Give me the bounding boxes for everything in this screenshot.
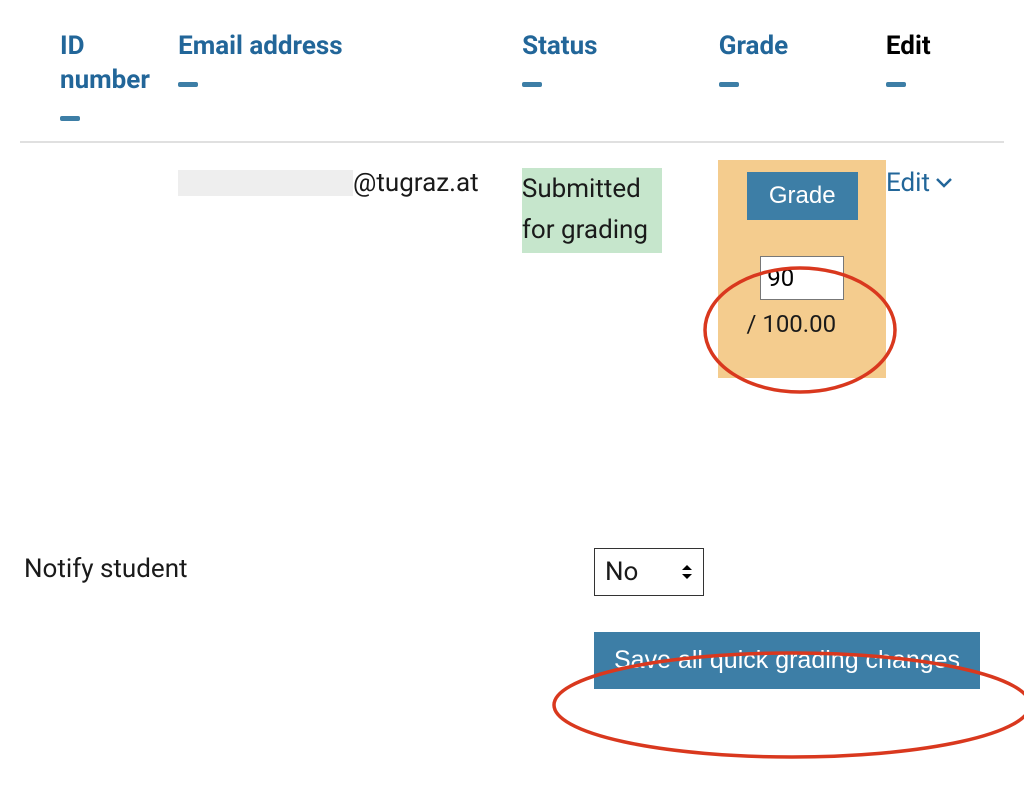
cell-status: Submitted for grading bbox=[522, 168, 719, 253]
collapse-icon-grade[interactable] bbox=[719, 82, 739, 87]
notify-selected-value: No bbox=[605, 557, 638, 587]
grade-button[interactable]: Grade bbox=[747, 172, 858, 220]
chevron-down-icon bbox=[936, 178, 952, 188]
collapse-icon-email[interactable] bbox=[178, 82, 198, 87]
notify-student-label: Notify student bbox=[20, 548, 594, 584]
grade-max-label: / 100.00 bbox=[734, 310, 836, 338]
notify-section: Notify student No Save all quick grading… bbox=[20, 548, 1004, 689]
edit-link-text: Edit bbox=[886, 168, 930, 198]
cell-email: @tugraz.at bbox=[178, 168, 522, 198]
grade-input[interactable] bbox=[760, 256, 844, 300]
column-header-email[interactable]: Email address bbox=[178, 31, 343, 61]
collapse-icon-edit[interactable] bbox=[886, 82, 906, 87]
notify-student-select[interactable]: No bbox=[594, 548, 704, 596]
column-header-id[interactable]: ID number bbox=[60, 31, 150, 95]
table-header-row: ID number Email address Status Grade Edi… bbox=[20, 20, 1004, 143]
status-badge: Submitted for grading bbox=[522, 168, 662, 253]
column-header-status[interactable]: Status bbox=[522, 31, 597, 61]
table-row: @tugraz.at Submitted for grading Grade /… bbox=[20, 143, 1004, 428]
column-header-grade[interactable]: Grade bbox=[719, 31, 788, 61]
save-quick-grading-button[interactable]: Save all quick grading changes bbox=[594, 632, 980, 689]
collapse-icon-id[interactable] bbox=[60, 116, 80, 121]
cell-grade: Grade / 100.00 bbox=[718, 160, 886, 378]
collapse-icon-status[interactable] bbox=[522, 82, 542, 87]
column-header-edit: Edit bbox=[886, 31, 931, 61]
email-domain: @tugraz.at bbox=[353, 168, 479, 198]
cell-edit: Edit bbox=[886, 168, 1004, 198]
redacted-email-user bbox=[178, 170, 353, 196]
edit-link[interactable]: Edit bbox=[886, 168, 994, 198]
select-sort-icon bbox=[681, 563, 693, 581]
